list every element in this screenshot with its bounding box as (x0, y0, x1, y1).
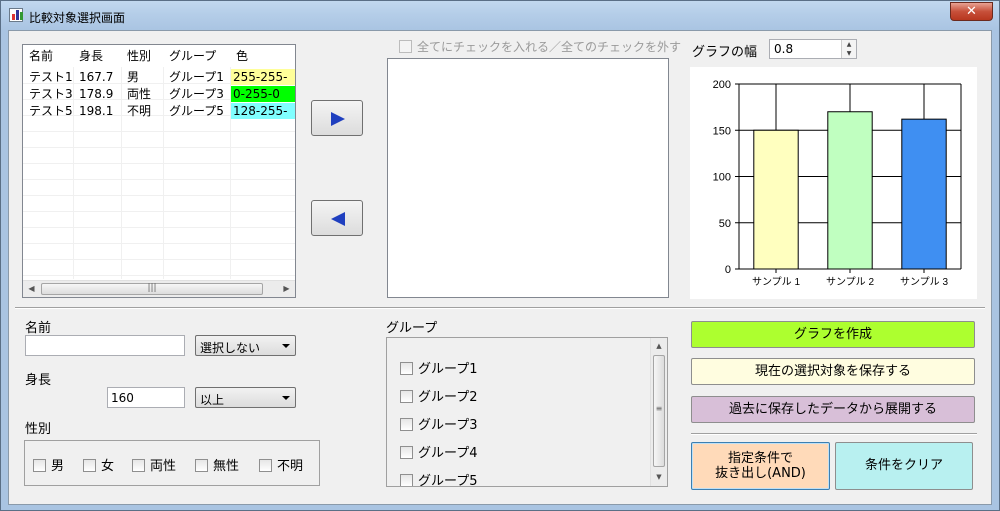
column-header-color[interactable]: 色 (230, 45, 295, 67)
group-checkbox-1[interactable]: グループ1 (400, 358, 478, 377)
extract-label-line2: 抜き出し(AND) (715, 466, 806, 481)
chevron-down-icon (282, 344, 290, 348)
cell-group: グループ3 (169, 87, 224, 101)
remove-from-selection-button[interactable] (311, 200, 363, 236)
cell-gender: 不明 (127, 104, 152, 118)
checkbox-box (399, 40, 412, 53)
scroll-left-icon[interactable]: ◀ (23, 281, 40, 297)
y-tick-label: 0 (725, 264, 731, 276)
group-checkbox-3[interactable]: グループ3 (400, 414, 478, 433)
title-bar: 比較対象選択画面 ✕ (1, 1, 999, 31)
extract-and-button[interactable]: 指定条件で 抜き出し(AND) (691, 442, 830, 490)
load-saved-button[interactable]: 過去に保存したデータから展開する (691, 396, 975, 423)
cell-group: グループ1 (169, 70, 224, 84)
cell-color: 0-255-0 (231, 86, 295, 102)
gender-checkbox-male[interactable]: 男 (33, 455, 64, 474)
scroll-up-icon[interactable]: ▲ (651, 338, 667, 355)
gender-label: 性別 (25, 422, 52, 437)
y-tick-label: 100 (713, 172, 731, 184)
check-all-label: 全てにチェックを入れる／全てのチェックを外す (417, 40, 682, 54)
spin-up-icon[interactable]: ▲ (842, 40, 856, 49)
close-button[interactable]: ✕ (950, 2, 993, 21)
column-header-group[interactable]: グループ (163, 45, 230, 67)
y-tick-label: 200 (713, 79, 731, 91)
selected-items-list[interactable] (387, 58, 669, 298)
chart-app-icon (9, 8, 23, 22)
gender-checkbox-none[interactable]: 無性 (195, 455, 239, 474)
cell-height: 178.9 (79, 87, 114, 101)
table-row[interactable]: テスト5 198.1 不明 グループ5 128-255- (23, 103, 295, 119)
bar (827, 111, 873, 270)
cell-name: テスト1 (29, 70, 73, 84)
group-checkbox-2[interactable]: グループ2 (400, 386, 478, 405)
group-checkbox-4[interactable]: グループ4 (400, 442, 478, 461)
height-mode-select[interactable]: 以上 (195, 387, 296, 408)
extract-label-line1: 指定条件で (727, 451, 793, 466)
table-row[interactable]: テスト1 167.7 男 グループ1 255-255- (23, 69, 295, 85)
x-tick-label: サンプル 2 (826, 276, 874, 288)
cell-name: テスト5 (29, 104, 73, 118)
gender-checkbox-unknown[interactable]: 不明 (259, 455, 303, 474)
client-area: 名前 身長 性別 グループ 色 テスト1 167.7 男 グループ1 255-2… (8, 30, 992, 505)
play-left-icon (331, 212, 345, 226)
gender-checkbox-both[interactable]: 両性 (132, 455, 176, 474)
name-input[interactable] (25, 335, 185, 356)
clear-conditions-button[interactable]: 条件をクリア (835, 442, 973, 490)
cell-color: 128-255- (231, 103, 295, 119)
gender-checkbox-female[interactable]: 女 (83, 455, 114, 474)
create-graph-button[interactable]: グラフを作成 (691, 321, 975, 348)
height-mode-value: 以上 (200, 393, 225, 407)
height-label: 身長 (25, 373, 52, 388)
divider (15, 307, 985, 309)
column-header-gender[interactable]: 性別 (121, 45, 163, 67)
scroll-thumb[interactable]: ||| (41, 283, 263, 295)
cell-gender: 両性 (127, 87, 152, 101)
window-title: 比較対象選択画面 (29, 11, 126, 25)
table-row[interactable]: テスト3 178.9 両性 グループ3 0-255-0 (23, 86, 295, 102)
cell-height: 167.7 (79, 70, 114, 84)
name-mode-value: 選択しない (200, 341, 261, 355)
bar-chart: 0 50 100 150 200 サンプル 1 サンプル 2 サンプル 3 (690, 67, 977, 299)
y-tick-label: 50 (719, 218, 731, 230)
vertical-scrollbar[interactable]: ▲ ≡ ▼ (650, 338, 667, 486)
group-checkbox-5[interactable]: グループ5 (400, 470, 478, 486)
column-header-name[interactable]: 名前 (23, 45, 73, 67)
chevron-down-icon (282, 396, 290, 400)
add-to-selection-button[interactable] (311, 100, 363, 136)
height-input[interactable]: 160 (107, 387, 185, 408)
scroll-down-icon[interactable]: ▼ (651, 469, 667, 486)
result-list[interactable]: 名前 身長 性別 グループ 色 テスト1 167.7 男 グループ1 255-2… (22, 44, 296, 298)
y-tick-label: 150 (713, 125, 731, 137)
x-tick-label: サンプル 1 (752, 276, 800, 288)
app-window: 比較対象選択画面 ✕ 名前 身長 性別 グループ 色 テスト1 167.7 男 … (0, 0, 1000, 511)
divider (691, 433, 977, 435)
chart-svg: 0 50 100 150 200 サンプル 1 サンプル 2 サンプル 3 (713, 79, 962, 288)
graph-width-value: 0.8 (774, 42, 794, 56)
group-checklist[interactable]: グループ1 グループ2 グループ3 グループ4 グループ5 ▲ ≡ ▼ (386, 337, 668, 487)
cell-gender: 男 (127, 70, 140, 84)
scroll-right-icon[interactable]: ▶ (278, 281, 295, 297)
cell-height: 198.1 (79, 104, 114, 118)
list-header: 名前 身長 性別 グループ 色 (23, 45, 295, 67)
x-tick-label: サンプル 3 (900, 276, 948, 288)
gender-group: 男 女 両性 無性 不明 (24, 440, 320, 486)
column-header-height[interactable]: 身長 (73, 45, 121, 67)
cell-group: グループ5 (169, 104, 224, 118)
cell-name: テスト3 (29, 87, 73, 101)
check-all-checkbox[interactable]: 全てにチェックを入れる／全てのチェックを外す (399, 38, 681, 55)
cell-color: 255-255- (231, 69, 295, 85)
horizontal-scrollbar[interactable]: ◀ ||| ▶ (23, 280, 295, 297)
bar (753, 129, 799, 270)
height-input-value: 160 (111, 391, 134, 405)
spin-down-icon[interactable]: ▼ (842, 49, 856, 58)
group-label: グループ (386, 321, 438, 336)
graph-width-spinner[interactable]: 0.8 ▲ ▼ (769, 39, 857, 59)
scroll-thumb[interactable]: ≡ (653, 355, 665, 467)
name-mode-select[interactable]: 選択しない (195, 335, 296, 356)
graph-width-label: グラフの幅 (692, 45, 758, 60)
bar (901, 118, 947, 270)
name-label: 名前 (25, 321, 52, 336)
save-selection-button[interactable]: 現在の選択対象を保存する (691, 358, 975, 385)
play-right-icon (331, 112, 345, 126)
